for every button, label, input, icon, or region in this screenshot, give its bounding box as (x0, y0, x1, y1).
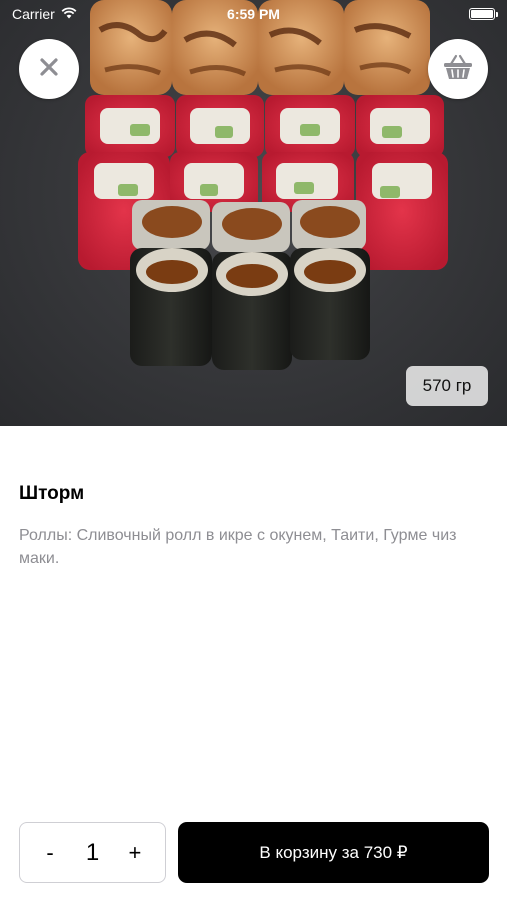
status-bar: Carrier 6:59 PM (0, 0, 507, 28)
increase-quantity-button[interactable]: + (123, 840, 147, 866)
basket-button[interactable] (428, 39, 488, 99)
decrease-quantity-button[interactable]: - (38, 840, 62, 866)
battery-icon (469, 8, 498, 20)
close-icon (39, 57, 59, 82)
product-description: Роллы: Сливочный ролл в икре с окунем, Т… (19, 527, 457, 567)
close-button[interactable] (19, 39, 79, 99)
product-title: Шторм (19, 483, 85, 504)
basket-icon (442, 53, 474, 86)
add-to-cart-button[interactable]: В корзину за 730 ₽ (178, 822, 489, 883)
nori-maki-rolls (130, 200, 370, 370)
wifi-icon (61, 6, 77, 22)
status-left: Carrier (12, 6, 77, 22)
quantity-stepper: - 1 + (19, 822, 166, 883)
product-image: Carrier 6:59 PM 570 гр (0, 0, 507, 426)
quantity-value: 1 (85, 838, 100, 866)
carrier-label: Carrier (12, 6, 55, 22)
weight-badge: 570 гр (406, 366, 488, 406)
